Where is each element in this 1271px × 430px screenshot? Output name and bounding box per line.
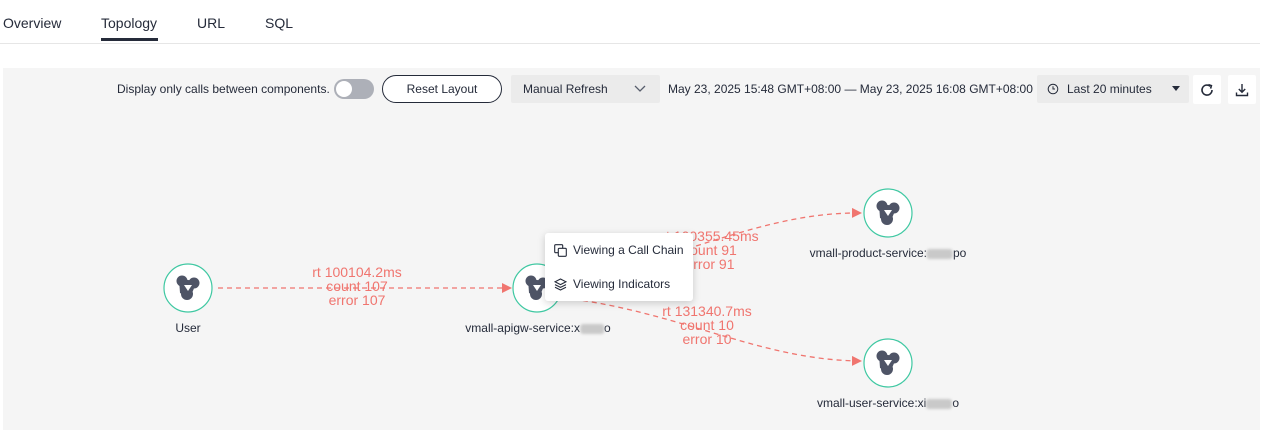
time-range-text: May 23, 2025 15:48 GMT+08:00 — May 23, 2…: [668, 82, 1033, 96]
menu-item-indicators[interactable]: Viewing Indicators: [554, 274, 670, 294]
components-only-toggle[interactable]: [334, 79, 374, 99]
service-node-icon: [863, 188, 913, 238]
edge-label-apigw-user: rt 131340.7ms count 10 error 10: [662, 304, 752, 346]
node-label-product: vmall-product-service: po: [810, 246, 967, 260]
time-preset-value: Last 20 minutes: [1067, 82, 1152, 96]
node-label-prefix: vmall-product-service:: [809, 246, 928, 260]
service-node-icon: [863, 338, 913, 388]
time-preset-select[interactable]: Last 20 minutes: [1037, 75, 1189, 103]
refresh-button[interactable]: [1193, 75, 1221, 104]
tab-overview[interactable]: Overview: [3, 15, 61, 31]
edge-count: count 10: [680, 317, 734, 333]
node-label-suffix: o: [604, 321, 611, 335]
switch-label: Display only calls between components.: [117, 82, 330, 96]
node-label-prefix: vmall-apigw-service:x: [465, 321, 581, 335]
node-label-apigw: vmall-apigw-service:x o: [465, 321, 610, 335]
caret-down-icon: [1172, 86, 1180, 91]
node-label-suffix: o: [952, 396, 960, 410]
menu-item-label: Viewing a Call Chain: [573, 243, 684, 257]
edge-count: count 107: [326, 278, 388, 294]
tab-sql[interactable]: SQL: [265, 15, 293, 31]
tab-bar: Overview Topology URL SQL: [0, 0, 1260, 44]
download-button[interactable]: [1228, 75, 1256, 104]
redacted-text: [926, 398, 953, 409]
edge-rt: rt 131340.7ms: [662, 303, 752, 319]
refresh-select[interactable]: Manual Refresh: [511, 75, 660, 103]
node-label-prefix: vmall-user-service:xi: [816, 396, 927, 410]
edge-rt: rt 100104.2ms: [312, 264, 402, 280]
node-product[interactable]: [863, 188, 913, 238]
node-label-suffix: po: [953, 246, 967, 260]
tab-topology[interactable]: Topology: [101, 15, 157, 31]
redacted-text: [580, 323, 605, 334]
node-user-service[interactable]: [863, 338, 913, 388]
service-node-icon: [163, 263, 213, 313]
edge-label-user-apigw: rt 100104.2ms count 107 error 107: [312, 265, 402, 307]
node-context-menu: Viewing a Call Chain Viewing Indicators: [545, 233, 693, 301]
menu-item-call-chain[interactable]: Viewing a Call Chain: [554, 240, 684, 260]
redacted-text: [927, 248, 954, 259]
menu-item-label: Viewing Indicators: [573, 277, 671, 291]
edge-error: error 10: [682, 331, 732, 347]
clock-icon: [1047, 83, 1059, 95]
edge-error: error 107: [328, 292, 386, 308]
refresh-select-value: Manual Refresh: [523, 82, 608, 96]
layers-icon: [554, 277, 567, 291]
copy-chain-icon: [554, 243, 567, 257]
refresh-icon: [1201, 83, 1213, 96]
toggle-knob: [336, 81, 352, 97]
node-label-user: User: [175, 321, 201, 335]
chevron-down-icon: [634, 85, 646, 92]
tab-url[interactable]: URL: [197, 15, 225, 31]
node-label-user-service: vmall-user-service:xi o: [817, 396, 959, 410]
reset-layout-button[interactable]: Reset Layout: [382, 75, 502, 103]
active-tab-indicator: [101, 38, 158, 41]
node-user[interactable]: [163, 263, 213, 313]
download-icon: [1235, 83, 1249, 96]
